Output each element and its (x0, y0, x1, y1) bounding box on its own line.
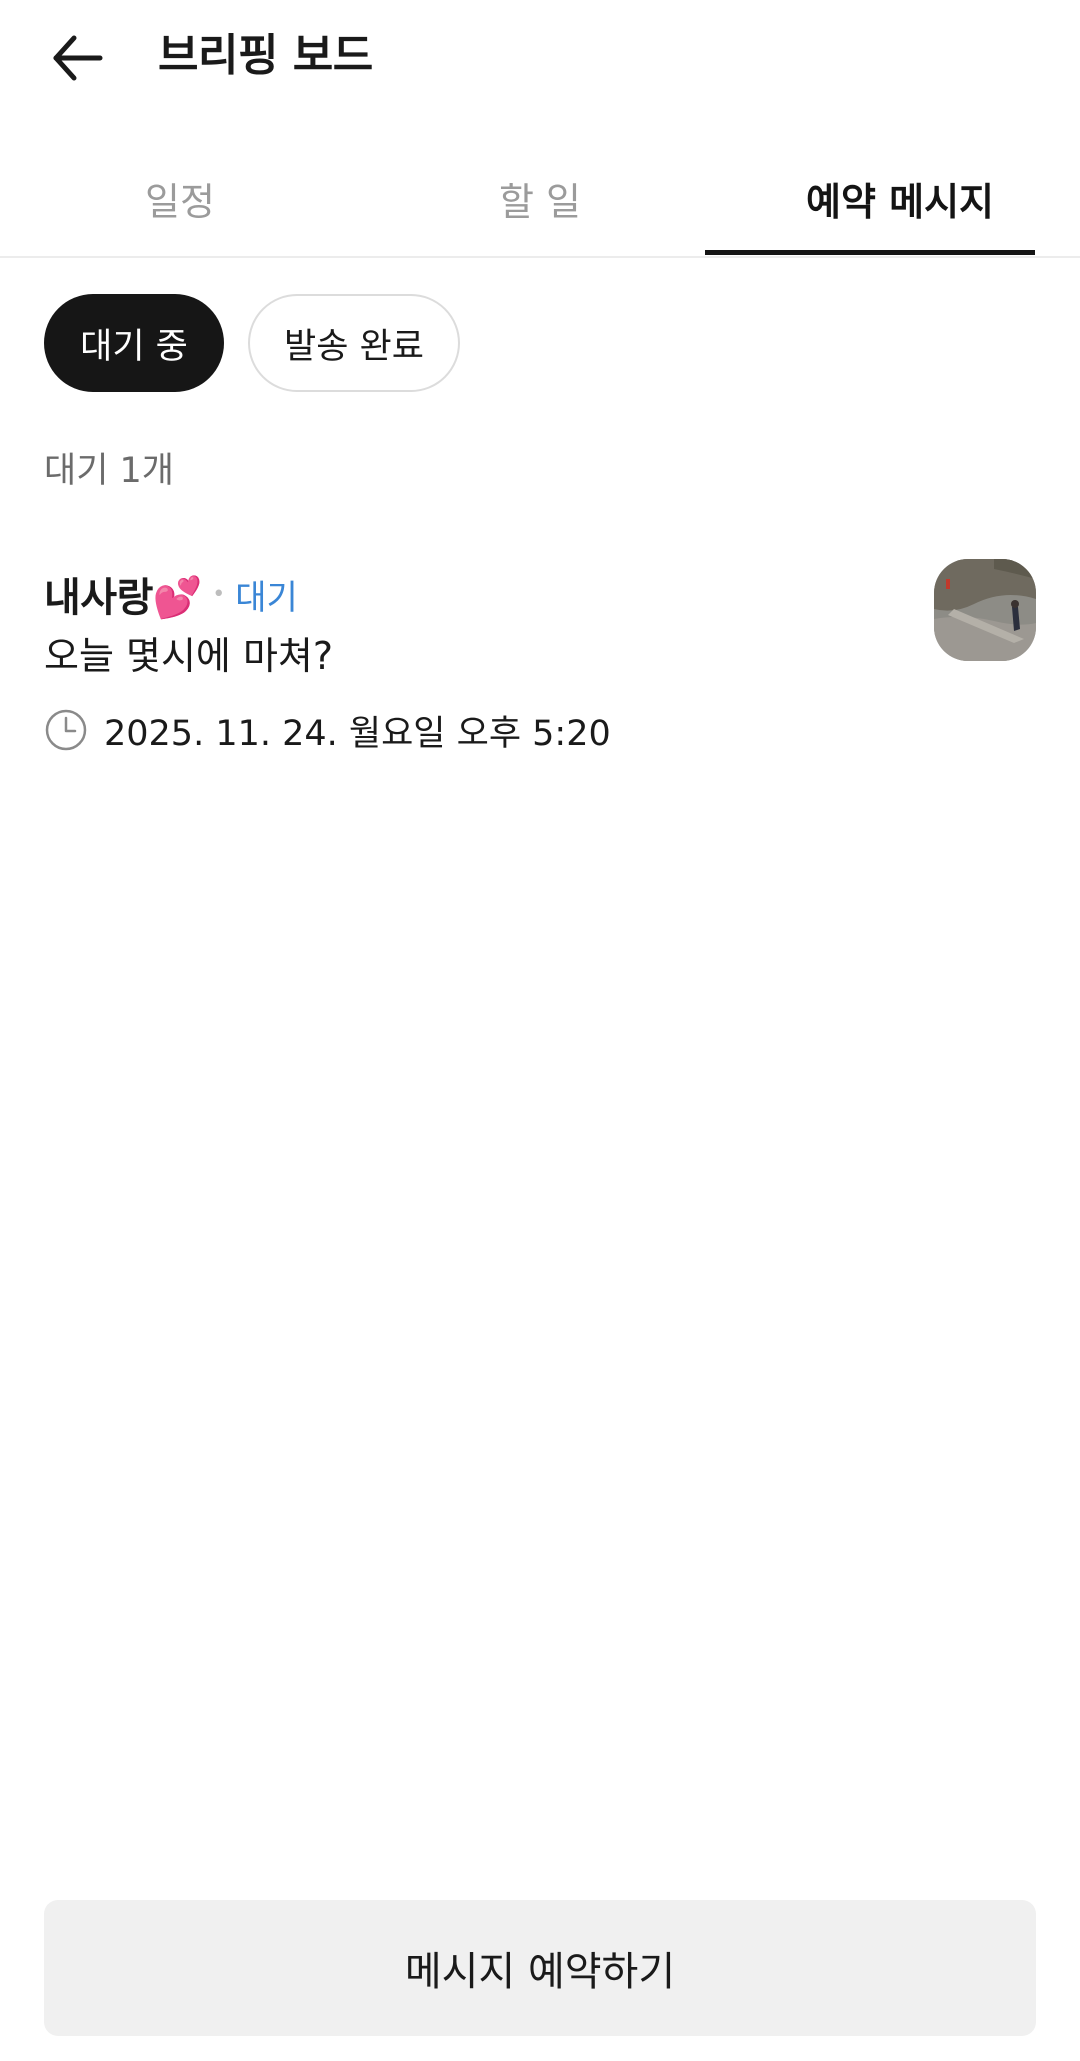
clock-icon (44, 708, 88, 752)
tab-schedule[interactable]: 일정 (0, 150, 360, 246)
scheduled-message-item[interactable]: 내사랑💕 • 대기 오늘 몇시에 마쳐? 2025. 11. 24. 월요일 오… (0, 546, 1080, 766)
status-badge: 대기 (235, 577, 298, 618)
filter-pending-chip[interactable]: 대기 중 (44, 294, 224, 392)
tab-todo[interactable]: 할 일 (360, 150, 720, 246)
active-tab-indicator (705, 250, 1035, 255)
scheduled-time: 2025. 11. 24. 월요일 오후 5:20 (104, 713, 611, 754)
scheduled-time-row: 2025. 11. 24. 월요일 오후 5:20 (44, 702, 611, 758)
schedule-message-button[interactable]: 메시지 예약하기 (44, 1900, 1036, 2036)
back-button[interactable] (44, 24, 112, 92)
page-title: 브리핑 보드 (158, 30, 373, 81)
app-header: 브리핑 보드 (0, 0, 1080, 112)
message-header: 내사랑💕 • 대기 (44, 566, 298, 622)
separator-dot: • (212, 581, 226, 607)
pending-count: 대기 1개 (44, 451, 174, 491)
tab-scheduled-messages[interactable]: 예약 메시지 (720, 150, 1080, 246)
filter-sent-chip[interactable]: 발송 완료 (248, 294, 460, 392)
tab-bar: 일정 할 일 예약 메시지 (0, 150, 1080, 258)
recipient-avatar[interactable] (934, 559, 1036, 661)
arrow-left-icon (53, 35, 103, 81)
message-text: 오늘 몇시에 마쳐? (44, 634, 334, 678)
filter-chips: 대기 중 발송 완료 (44, 294, 460, 392)
recipient-name: 내사랑💕 (44, 575, 203, 621)
